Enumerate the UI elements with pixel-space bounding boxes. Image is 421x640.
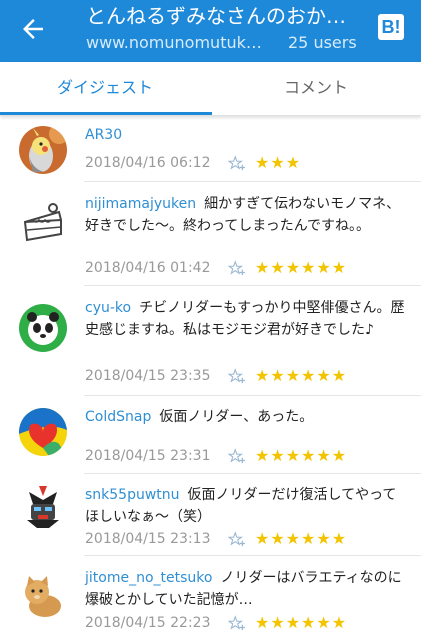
comment-meta: 2018/04/16 01:42 ★★★★★★ (85, 258, 346, 278)
comment-date: 2018/04/16 06:12 (85, 155, 211, 171)
comment-date: 2018/04/15 23:31 (85, 448, 211, 464)
comment-username[interactable]: ColdSnap (85, 409, 151, 425)
back-arrow-icon[interactable] (18, 14, 48, 44)
add-star-icon[interactable] (228, 448, 246, 464)
comment-date: 2018/04/15 23:13 (85, 531, 211, 547)
cat-avatar-icon (19, 572, 67, 620)
comment-meta: 2018/04/15 23:13 ★★★★★★ (85, 529, 346, 549)
avatar[interactable] (19, 572, 67, 620)
comment-meta: 2018/04/15 23:31 ★★★★★★ (85, 446, 346, 466)
comment-date: 2018/04/15 22:23 (85, 615, 211, 631)
star-rating[interactable]: ★★★ (255, 153, 301, 173)
comment-item[interactable]: jitome_no_tetsuko ノリダーはバラエティなのに爆破とかしていた記憶… (0, 556, 421, 640)
robot-avatar-icon (19, 484, 67, 532)
subtitle: www.nomunomutuk… 25 users (86, 33, 357, 53)
comment-username[interactable]: AR30 (85, 127, 122, 143)
comment-text: cyu-ko チビノリダーもすっかり中堅俳優さん。歴史感じますね。私はモジモジ君が… (85, 297, 405, 341)
comment-text: snk55puwtnu 仮面ノリダーだけ復活してやってほしいなぁ〜（笑） (85, 484, 405, 528)
app-bar: とんねるずみなさんのおか… www.nomunomutuk… 25 users … (0, 0, 421, 62)
tab-comments[interactable]: コメント (211, 62, 421, 116)
tab-indicator (0, 112, 212, 115)
star-rating[interactable]: ★★★★★★ (255, 258, 347, 278)
add-star-icon[interactable] (228, 260, 246, 276)
entry-url[interactable]: www.nomunomutuk… (86, 33, 268, 53)
star-rating[interactable]: ★★★★★★ (255, 613, 347, 633)
comment-item[interactable]: snk55puwtnu 仮面ノリダーだけ復活してやってほしいなぁ〜（笑） 2018… (0, 474, 421, 556)
comment-username[interactable]: jitome_no_tetsuko (85, 570, 212, 586)
avatar[interactable] (19, 198, 67, 246)
avatar[interactable] (19, 408, 67, 456)
page-title: とんねるずみなさんのおか… (86, 4, 346, 28)
star-rating[interactable]: ★★★★★★ (255, 529, 347, 549)
comment-body: チビノリダーもすっかり中堅俳優さん。歴史感じますね。私はモジモジ君が好きでした♪ (85, 300, 405, 338)
tab-bar: ダイジェスト コメント (0, 62, 421, 116)
comment-item[interactable]: cyu-ko チビノリダーもすっかり中堅俳優さん。歴史感じますね。私はモジモジ君が… (0, 286, 421, 396)
add-star-icon[interactable] (228, 531, 246, 547)
hatena-bookmark-button[interactable]: B! (378, 14, 404, 40)
tab-digest[interactable]: ダイジェスト (0, 62, 210, 116)
comment-item[interactable]: AR30 2018/04/16 06:12 ★★★ (0, 118, 421, 182)
cockatiel-avatar-icon (19, 126, 67, 174)
star-rating[interactable]: ★★★★★★ (255, 446, 347, 466)
comment-text: jitome_no_tetsuko ノリダーはバラエティなのに爆破とかしていた記憶… (85, 567, 405, 611)
comment-body: 仮面ノリダー、あった。 (159, 409, 314, 425)
avatar[interactable] (19, 304, 67, 352)
add-star-icon[interactable] (228, 155, 246, 171)
comment-username[interactable]: nijimamajyuken (85, 196, 196, 212)
user-count: 25 users (288, 33, 357, 52)
avatar[interactable] (19, 126, 67, 174)
comment-text: ColdSnap 仮面ノリダー、あった。 (85, 406, 405, 428)
comment-item[interactable]: nijimamajyuken 細かすぎて伝わないモノマネ、好きでした〜。終わってし… (0, 182, 421, 286)
comment-meta: 2018/04/15 22:23 ★★★★★★ (85, 613, 346, 633)
add-star-icon[interactable] (228, 368, 246, 384)
avatar[interactable] (19, 484, 67, 532)
panda-avatar-icon (19, 304, 67, 352)
comment-username[interactable]: snk55puwtnu (85, 487, 180, 503)
comment-meta: 2018/04/15 23:35 ★★★★★★ (85, 366, 346, 386)
comment-username[interactable]: cyu-ko (85, 300, 131, 316)
comment-item[interactable]: ColdSnap 仮面ノリダー、あった。 2018/04/15 23:31 ★★★… (0, 396, 421, 474)
comment-date: 2018/04/15 23:35 (85, 368, 211, 384)
comment-meta: 2018/04/16 06:12 ★★★ (85, 153, 300, 173)
heart-ball-avatar-icon (19, 408, 67, 456)
comment-text: AR30 (85, 124, 405, 146)
comment-text: nijimamajyuken 細かすぎて伝わないモノマネ、好きでした〜。終わってし… (85, 193, 405, 237)
add-star-icon[interactable] (228, 615, 246, 631)
star-rating[interactable]: ★★★★★★ (255, 366, 347, 386)
comment-date: 2018/04/16 01:42 (85, 260, 211, 276)
cake-avatar-icon (19, 198, 67, 246)
